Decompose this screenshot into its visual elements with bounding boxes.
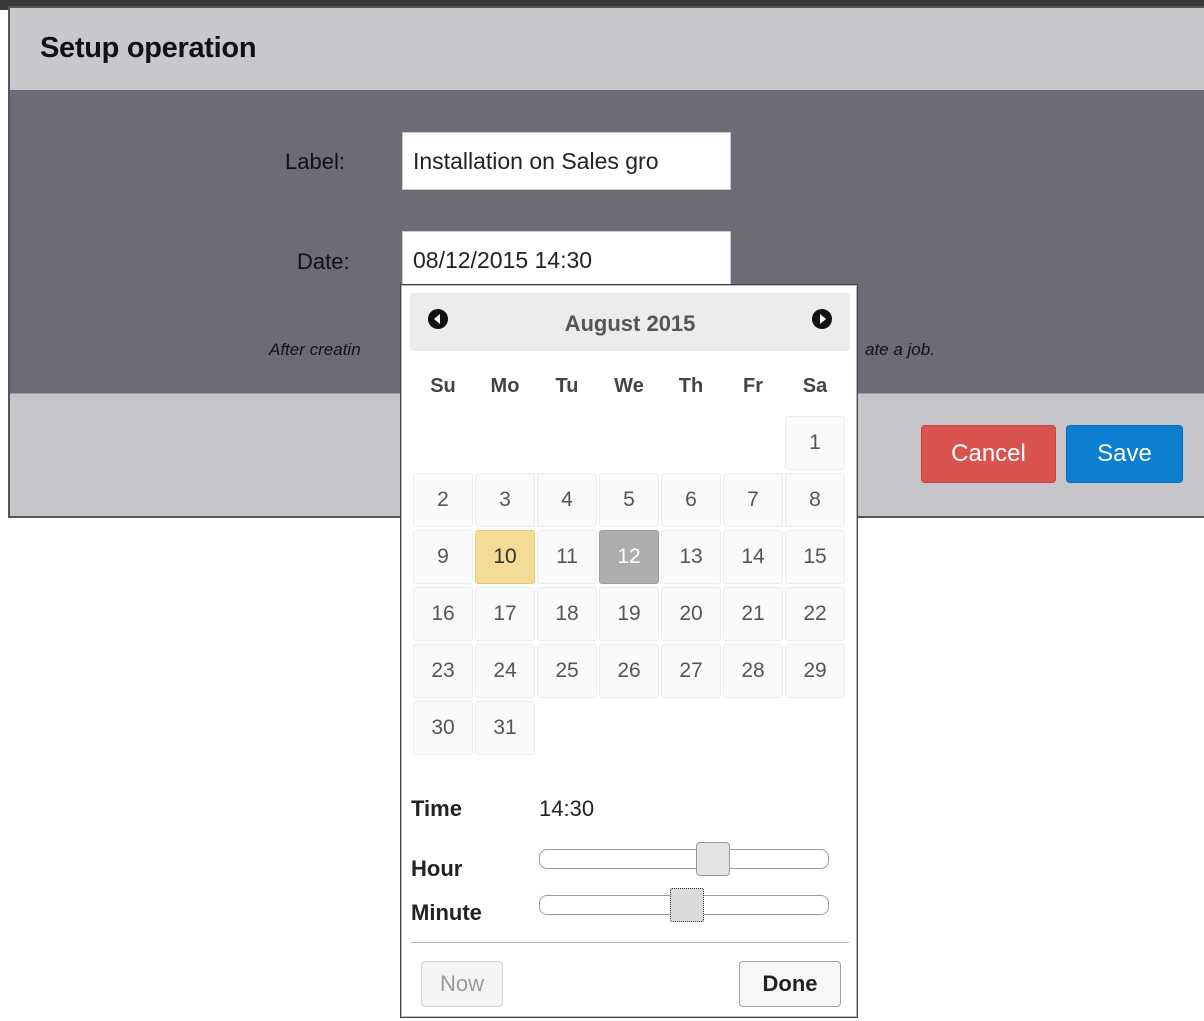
now-button[interactable]: Now — [421, 961, 503, 1007]
calendar-day[interactable]: 23 — [413, 644, 473, 698]
calendar-day[interactable]: 12 — [599, 530, 659, 584]
calendar-day[interactable]: 7 — [723, 473, 783, 527]
calendar-empty-cell — [661, 416, 721, 470]
dialog-title: Setup operation — [40, 32, 257, 64]
time-label: Time — [411, 796, 462, 821]
calendar-day[interactable]: 31 — [475, 701, 535, 755]
calendar-empty-cell — [599, 701, 659, 755]
calendar-day[interactable]: 15 — [785, 530, 845, 584]
calendar-empty-cell — [661, 701, 721, 755]
date-picker-header: August 2015 — [410, 293, 850, 351]
month-title: August 2015 — [564, 311, 696, 336]
save-button[interactable]: Save — [1066, 425, 1183, 483]
calendar-empty-cell — [723, 701, 783, 755]
circle-arrow-right-icon[interactable] — [812, 309, 832, 329]
weekday-header: Mo — [490, 374, 520, 397]
calendar-day[interactable]: 14 — [723, 530, 783, 584]
calendar-day[interactable]: 10 — [475, 530, 535, 584]
calendar-day[interactable]: 11 — [537, 530, 597, 584]
weekday-header: Tu — [555, 374, 579, 397]
calendar-day[interactable]: 9 — [413, 530, 473, 584]
calendar-day[interactable]: 8 — [785, 473, 845, 527]
calendar-day[interactable]: 25 — [537, 644, 597, 698]
calendar-day[interactable]: 6 — [661, 473, 721, 527]
hint-text-left: After creatin — [269, 340, 361, 359]
calendar-day[interactable]: 28 — [723, 644, 783, 698]
calendar-day[interactable]: 24 — [475, 644, 535, 698]
hour-slider-handle[interactable] — [695, 842, 730, 876]
minute-slider-handle[interactable] — [670, 888, 705, 922]
calendar-grid: Su Mo Tu We Th Fr Sa 1 2 3 4 5 6 7 8 9 10 11 12 13 14 15 16 17 1… — [412, 358, 848, 756]
weekday-header: Su — [430, 374, 456, 397]
cancel-button[interactable]: Cancel — [921, 425, 1056, 483]
weekday-header: Fr — [743, 374, 763, 397]
calendar-day[interactable]: 16 — [413, 587, 473, 641]
calendar-day[interactable]: 5 — [599, 473, 659, 527]
done-button[interactable]: Done — [739, 961, 841, 1007]
dialog-header: Setup operation — [10, 8, 1204, 91]
calendar-day[interactable]: 1 — [785, 416, 845, 470]
weekday-header: Th — [678, 374, 704, 397]
calendar-day[interactable]: 27 — [661, 644, 721, 698]
hint-text-right: ate a job. — [865, 340, 935, 359]
date-field-label: Date: — [297, 249, 350, 274]
calendar-day[interactable]: 18 — [537, 587, 597, 641]
calendar-empty-cell — [537, 416, 597, 470]
hour-label: Hour — [411, 856, 463, 881]
hour-slider[interactable] — [539, 842, 829, 876]
minute-label: Minute — [411, 900, 482, 925]
calendar-day[interactable]: 2 — [413, 473, 473, 527]
date-picker-divider — [411, 942, 849, 943]
label-input[interactable] — [402, 132, 731, 190]
calendar-day[interactable]: 30 — [413, 701, 473, 755]
time-value: 14:30 — [539, 796, 595, 821]
calendar-day[interactable]: 4 — [537, 473, 597, 527]
calendar-empty-cell — [599, 416, 659, 470]
calendar-empty-cell — [475, 416, 535, 470]
label-field-label: Label: — [285, 149, 345, 174]
calendar-empty-cell — [537, 701, 597, 755]
weekday-header: We — [614, 374, 644, 397]
calendar-day[interactable]: 20 — [661, 587, 721, 641]
date-picker-popup: August 2015 Su Mo Tu We Th Fr Sa 1 2 3 4 5 6 7 8 9 10 11 1… — [401, 285, 857, 1017]
calendar-day[interactable]: 29 — [785, 644, 845, 698]
calendar-empty-cell — [723, 416, 783, 470]
calendar-day[interactable]: 17 — [475, 587, 535, 641]
calendar-day[interactable]: 22 — [785, 587, 845, 641]
calendar-day[interactable]: 3 — [475, 473, 535, 527]
minute-slider[interactable] — [539, 888, 829, 922]
weekday-header: Sa — [802, 374, 828, 397]
calendar-day[interactable]: 13 — [661, 530, 721, 584]
date-input[interactable] — [402, 231, 731, 289]
calendar-day[interactable]: 19 — [599, 587, 659, 641]
calendar-empty-cell — [785, 701, 845, 755]
calendar-day[interactable]: 21 — [723, 587, 783, 641]
calendar-day[interactable]: 26 — [599, 644, 659, 698]
calendar-empty-cell — [413, 416, 473, 470]
